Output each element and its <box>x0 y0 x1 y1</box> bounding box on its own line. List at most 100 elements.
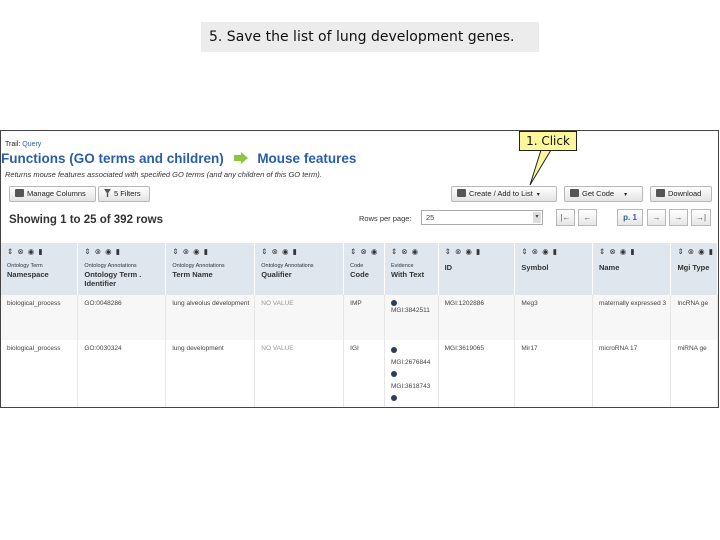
click-callout: 1. Click <box>519 131 577 151</box>
get-code-label: Get Code <box>582 189 615 198</box>
columns-icon <box>15 189 24 197</box>
template-source-title: Functions (GO terms and children) <box>1 151 224 166</box>
manage-columns-button[interactable]: Manage Columns <box>9 186 96 202</box>
column-action-icons[interactable]: ⇕ ⊗ ◉ ▮ <box>172 247 251 256</box>
column-path: Ontology Annotations <box>172 263 225 269</box>
app-screenshot: Trail: Query Functions (GO terms and chi… <box>0 130 719 408</box>
cell-with-text: MGI:3842511 <box>384 295 439 340</box>
cell-symbol[interactable]: Mir17 <box>514 340 593 407</box>
cell-qualifier: NO VALUE <box>254 295 345 340</box>
cell-symbol[interactable]: Meg3 <box>514 295 593 340</box>
cell-name: maternally expressed 3 <box>592 295 672 340</box>
manage-columns-label: Manage Columns <box>27 189 86 198</box>
create-add-list-button[interactable]: Create / Add to List ▾ <box>451 186 557 202</box>
column-title: With Text <box>390 270 425 279</box>
cell-code: IMP <box>343 295 385 340</box>
arrow-right-icon <box>233 152 248 164</box>
column-title: Symbol <box>521 263 549 272</box>
column-action-icons[interactable]: ⇕ ⊗ ◉ ▮ <box>599 247 667 256</box>
column-path: Ontology Annotations <box>84 263 137 269</box>
filter-icon <box>104 189 111 197</box>
breadcrumb: Trail: Query <box>5 141 41 148</box>
get-code-button[interactable]: Get Code ▾ <box>564 186 643 202</box>
cell-name: microRNA 17 <box>592 340 672 407</box>
cell-mgi-type: miRNA ge <box>670 340 718 407</box>
filters-label: 5 Filters <box>114 189 141 198</box>
cell-term-name: lung alveolus development <box>165 295 256 340</box>
slide-step-title: 5. Save the list of lung development gen… <box>201 22 539 52</box>
column-title: Code <box>350 270 369 279</box>
rows-per-page-select[interactable]: 25 ▾ <box>421 210 543 225</box>
download-icon <box>656 189 665 197</box>
page-title: Functions (GO terms and children) Mouse … <box>1 151 356 166</box>
column-action-icons[interactable]: ⇕ ⊗ ◉ ▮ <box>7 247 74 256</box>
column-header-identifier[interactable]: ⇕ ⊗ ◉ ▮ Ontology Annotations Ontology Term… <box>77 243 167 295</box>
expand-icon[interactable] <box>390 371 397 377</box>
expand-icon[interactable] <box>390 300 397 306</box>
create-add-list-label: Create / Add to List <box>469 189 533 198</box>
table-row: biological_process GO:0030324 lung devel… <box>1 340 718 407</box>
column-header-code[interactable]: ⇕ ⊗ ◉ Code Code <box>343 243 385 295</box>
column-action-icons[interactable]: ⇕ ⊗ ◉ <box>391 247 435 256</box>
results-count: Showing 1 to 25 of 392 rows <box>9 214 164 226</box>
cell-id[interactable]: MGI:3619065 <box>438 340 516 407</box>
code-icon <box>570 189 579 197</box>
column-header-namespace[interactable]: ⇕ ⊗ ◉ ▮ Ontology Term Namespace <box>1 243 79 295</box>
last-page-button[interactable]: →| <box>691 209 711 226</box>
first-page-button[interactable]: |← <box>556 209 575 226</box>
column-header-term-name[interactable]: ⇕ ⊗ ◉ ▮ Ontology Annotations Term Name <box>165 243 256 295</box>
column-header-with-text[interactable]: ⇕ ⊗ ◉ Evidence With Text <box>384 243 439 295</box>
chevron-down-icon: ▾ <box>533 212 541 223</box>
expand-icon[interactable] <box>390 347 397 353</box>
column-path: Ontology Annotations <box>261 263 314 269</box>
column-header-qualifier[interactable]: ⇕ ⊗ ◉ ▮ Ontology Annotations Qualifier <box>254 243 345 295</box>
column-path: Evidence <box>390 263 414 269</box>
column-title: Mgi Type <box>677 263 710 272</box>
with-text-value[interactable]: MGI:3842511 <box>391 307 430 314</box>
column-action-icons[interactable]: ⇕ ⊗ ◉ <box>350 247 381 256</box>
rows-per-page-label: Rows per page: <box>359 214 412 223</box>
cell-go-id[interactable]: GO:0048286 <box>77 295 167 340</box>
column-title: ID <box>444 263 453 272</box>
column-action-icons[interactable]: ⇕ ⊗ ◉ ▮ <box>521 247 589 256</box>
cell-qualifier: NO VALUE <box>254 340 345 407</box>
column-header-name[interactable]: ⇕ ⊗ ◉ ▮ Name <box>592 243 672 295</box>
caret-down-icon: ▾ <box>536 192 540 198</box>
cell-mgi-type: lncRNA ge <box>670 295 718 340</box>
template-target-title: Mouse features <box>257 151 357 166</box>
column-header-id[interactable]: ⇕ ⊗ ◉ ▮ ID <box>438 243 516 295</box>
download-label: Download <box>668 189 702 198</box>
trail-query-link[interactable]: Query <box>22 141 41 148</box>
next-page-alt-button[interactable]: → <box>669 209 688 226</box>
cell-code: IGI <box>343 340 385 407</box>
column-header-mgi-type[interactable]: ⇕ ⊗ ◉ ▮ Mgi Type <box>670 243 718 295</box>
cell-go-id[interactable]: GO:0030324 <box>77 340 167 407</box>
cell-term-name: lung development <box>165 340 256 407</box>
column-action-icons[interactable]: ⇕ ⊗ ◉ ▮ <box>677 247 714 256</box>
column-action-icons[interactable]: ⇕ ⊗ ◉ ▮ <box>261 247 340 256</box>
column-action-icons[interactable]: ⇕ ⊗ ◉ ▮ <box>445 247 512 256</box>
filters-button[interactable]: 5 Filters <box>98 186 150 202</box>
column-title: Qualifier <box>261 270 292 279</box>
results-table: ⇕ ⊗ ◉ ▮ Ontology Term Namespace ⇕ ⊗ ◉ ▮ Ont… <box>1 243 718 407</box>
page-number-button[interactable]: p. 1 <box>617 209 643 226</box>
next-page-button[interactable]: → <box>647 209 666 226</box>
column-title: Name <box>598 263 620 272</box>
column-header-symbol[interactable]: ⇕ ⊗ ◉ ▮ Symbol <box>514 243 593 295</box>
list-icon <box>457 189 466 197</box>
cell-with-text: MGI:2676844 MGI:3618743 <box>384 340 439 407</box>
column-title: Ontology Term . Identifier <box>84 270 142 288</box>
table-header-row: ⇕ ⊗ ◉ ▮ Ontology Term Namespace ⇕ ⊗ ◉ ▮ Ont… <box>1 243 718 295</box>
column-action-icons[interactable]: ⇕ ⊗ ◉ ▮ <box>84 247 162 256</box>
prev-page-button[interactable]: ← <box>578 209 597 226</box>
download-button[interactable]: Download <box>650 186 712 202</box>
page-subtitle: Returns mouse features associated with s… <box>5 170 322 179</box>
cell-id[interactable]: MGI:1202886 <box>438 295 516 340</box>
expand-icon[interactable] <box>390 395 397 401</box>
with-text-value[interactable]: MGI:2676844 <box>391 359 430 366</box>
caret-down-icon: ▾ <box>624 192 628 198</box>
with-text-value[interactable]: MGI:3618743 <box>391 383 430 390</box>
rows-per-page-value: 25 <box>426 213 435 222</box>
column-path: Code <box>350 263 364 269</box>
cell-namespace: biological_process <box>1 340 79 407</box>
